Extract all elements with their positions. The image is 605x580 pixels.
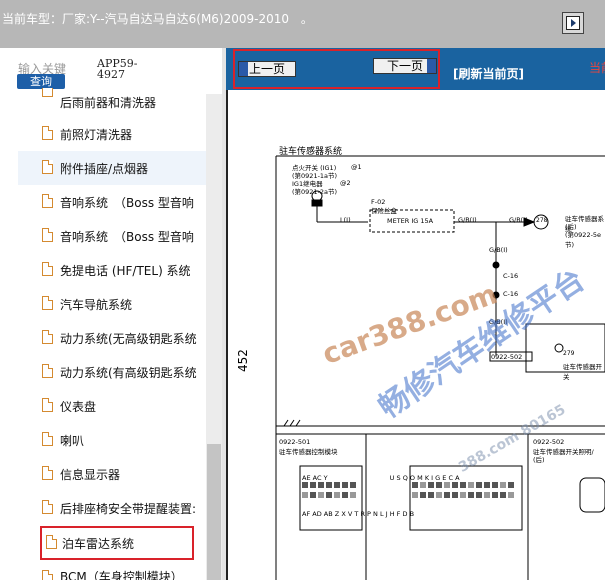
sidebar-item[interactable]: 信息显示器 (18, 457, 206, 491)
label-sensor-ref: (第0922-5e节) (565, 231, 602, 249)
connector-pins (302, 482, 514, 498)
document-icon (42, 432, 53, 446)
sidebar-item[interactable]: 动力系统(有高级钥匙系统 (18, 355, 206, 389)
app-code: APP59- 4927 (97, 58, 145, 80)
pin-row-bottom: AF AD AB Z X V T R P N L J H F D B (302, 510, 415, 518)
document-icon (42, 296, 53, 310)
sidebar-item[interactable]: 音响系统 （Boss 型音响 (18, 185, 206, 219)
sidebar-item-label: 动力系统(有高级钥匙系统 (60, 366, 197, 380)
prev-page-button[interactable]: 上一页 (238, 61, 296, 77)
sidebar-item-highlighted[interactable]: 泊车雷达系统 (40, 526, 194, 560)
document-icon (42, 364, 53, 378)
app-code-line2: 4927 (97, 68, 125, 81)
label-module2-sub: (后) (533, 456, 545, 464)
sidebar-item[interactable]: 后雨前器和清洗器 (18, 88, 206, 110)
document-icon (42, 330, 53, 344)
label-module-id: 0922-501 (279, 438, 311, 446)
label-ref1: @1 (351, 163, 362, 171)
sidebar-item-selected[interactable]: 附件插座/点烟器 (18, 151, 206, 185)
current-vehicle: 当前车型：厂家:Y--汽马自达马自达6(M6)2009-2010 。 (2, 10, 313, 27)
label-wire-gb: G/B(I) (458, 216, 477, 224)
document-icon (42, 262, 53, 276)
label-wire-gb2: G/B(I) (509, 216, 528, 224)
pin-row-top: AE AC Y U S Q O M K I G E C A (302, 474, 460, 482)
sidebar-item[interactable]: 喇叭 (18, 423, 206, 457)
document-icon (42, 570, 53, 580)
document-icon (42, 466, 53, 480)
arrow-left-icon (239, 62, 248, 76)
label-switch: 驻车传感器开关 (563, 363, 602, 381)
sidebar-item[interactable]: 音响系统 （Boss 型音响 (18, 219, 206, 253)
sidebar-item-label: 音响系统 （Boss 型音响 (60, 230, 194, 244)
document-icon (42, 398, 53, 412)
sidebar-item-label: 后雨前器和清洗器 (60, 96, 157, 110)
label-fuse: METER IG 15A (387, 217, 434, 225)
sidebar-item-label: 音响系统 （Boss 型音响 (60, 196, 194, 210)
sidebar-item-label: 前照灯清洗器 (60, 128, 133, 142)
sidebar-scrollbar-thumb[interactable] (207, 444, 221, 580)
sidebar-item-label: 汽车导航系统 (60, 298, 133, 312)
sidebar-item-label: 泊车雷达系统 (62, 537, 135, 551)
label-wire-l: L(I) (340, 216, 351, 224)
label-wire-gb3: G/B(I) (489, 246, 508, 254)
sidebar-item-label: 后排座椅安全带提醒装置: (60, 502, 197, 516)
sidebar-item-label: 免提电话 (HF/TEL) 系统 (60, 264, 191, 278)
sidebar-item-label: 仪表盘 (60, 400, 97, 414)
sidebar-item-label: 附件插座/点烟器 (60, 162, 149, 176)
sidebar-item[interactable]: 动力系统(无高级钥匙系统 (18, 321, 206, 355)
document-icon (42, 160, 53, 174)
label-c16a: C-16 (503, 272, 519, 280)
query-button[interactable]: 查询 (17, 74, 65, 89)
document-icon (42, 228, 53, 242)
sidebar-item[interactable]: BCM（车身控制模块） (18, 562, 206, 580)
prev-page-label: 上一页 (248, 62, 285, 76)
sidebar-item[interactable]: 仪表盘 (18, 389, 206, 423)
vehicle-value: 厂家:Y--汽马自达马自达6(M6)2009-2010 (62, 12, 290, 26)
vehicle-label: 当前车型： (2, 12, 63, 26)
label-relay-ref: (第0921-2a节) (292, 188, 338, 196)
toggle-panel-button[interactable] (562, 12, 584, 34)
label-278: 278 (536, 217, 548, 224)
ground-hatch (283, 419, 301, 427)
document-icon (42, 126, 53, 140)
refresh-page-link[interactable]: [刷新当前页] (453, 65, 524, 82)
sidebar-item-label: BCM（车身控制模块） (60, 570, 183, 580)
document-icon (46, 535, 57, 549)
sidebar-item[interactable]: 汽车导航系统 (18, 287, 206, 321)
label-module2-id: 0922-502 (533, 438, 565, 446)
label-279: 279 (563, 350, 575, 357)
next-page-button[interactable]: 下一页 (373, 58, 437, 74)
sidebar-item[interactable]: 前照灯清洗器 (18, 117, 206, 151)
vehicle-dot: 。 (300, 12, 313, 26)
sidebar-item-label: 信息显示器 (60, 468, 121, 482)
ignition-connector (311, 199, 323, 207)
label-fuse-box-name: 保险丝盒 (371, 207, 397, 215)
sidebar-item-label: 喇叭 (60, 434, 85, 448)
arrow-right-icon (427, 59, 436, 73)
sidebar-item-label: 动力系统(无高级钥匙系统 (60, 332, 197, 346)
collapse-icon (566, 16, 580, 30)
document-icon (42, 500, 53, 514)
current-page-label: 当前 (589, 61, 605, 75)
sidebar-item[interactable]: 免提电话 (HF/TEL) 系统 (18, 253, 206, 287)
diagram-title: 驻车传感器系统 (279, 147, 343, 157)
next-page-label: 下一页 (386, 59, 423, 73)
label-ref2: @2 (340, 179, 351, 187)
switch-body (579, 477, 605, 513)
label-module-name: 驻车传感器控制模块 (279, 448, 338, 456)
document-icon (42, 88, 53, 97)
sidebar-item[interactable]: 后排座椅安全带提醒装置: (18, 491, 206, 525)
document-icon (42, 194, 53, 208)
